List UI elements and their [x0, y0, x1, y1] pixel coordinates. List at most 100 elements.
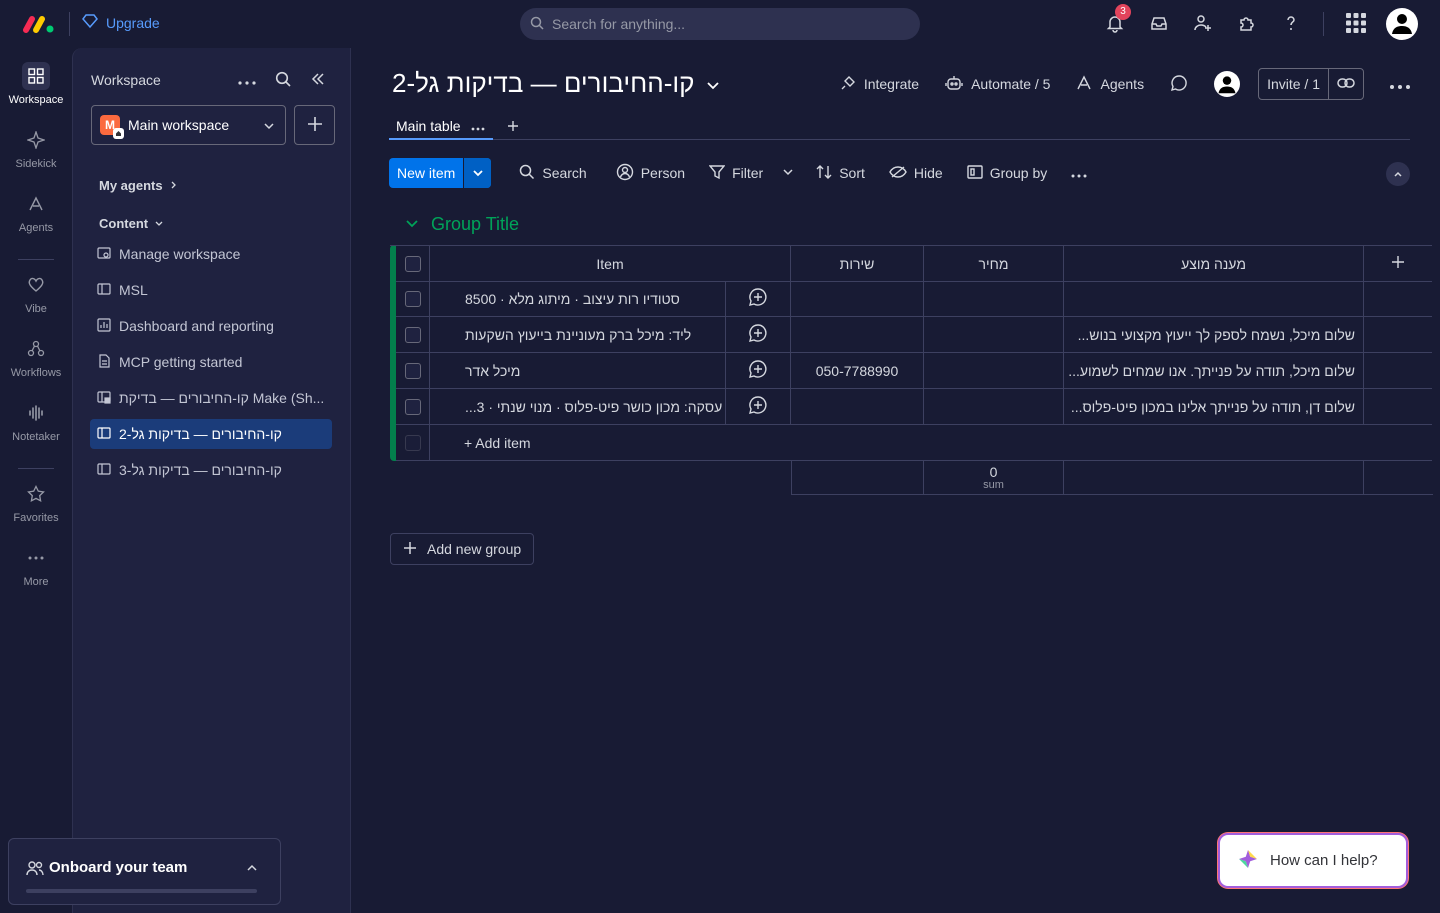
content-section[interactable]: Content — [99, 216, 164, 231]
invite-members-button[interactable] — [1181, 6, 1225, 42]
sidebar-item-msl[interactable]: MSL — [90, 275, 332, 305]
apps-button[interactable] — [1225, 6, 1269, 42]
rail-item-agents[interactable]: Agents — [0, 190, 72, 234]
inbox-button[interactable] — [1137, 6, 1181, 42]
item-cell[interactable]: מיכל אדר — [430, 353, 726, 389]
row-checkbox[interactable] — [404, 398, 421, 415]
user-avatar[interactable] — [1386, 8, 1418, 40]
group-header[interactable]: Group Title — [405, 214, 519, 235]
ai-assistant-button[interactable]: How can I help? — [1218, 833, 1408, 888]
add-view-button[interactable] — [507, 112, 519, 140]
add-update-button[interactable] — [726, 281, 791, 317]
filter-button[interactable]: Filter — [708, 164, 794, 183]
add-update-button[interactable] — [726, 389, 791, 425]
hide-button[interactable]: Hide — [889, 165, 943, 182]
tab-main-table[interactable]: Main table — [389, 112, 492, 140]
invite-button[interactable]: Invite / 1 — [1258, 68, 1364, 100]
row-checkbox[interactable] — [404, 326, 421, 343]
board-options-button[interactable] — [1390, 76, 1410, 92]
table-row[interactable]: מיכל אדר 050-7788990 שלום מיכל, תודה על … — [390, 353, 1432, 389]
reply-cell[interactable]: שלום דן, תודה על פנייתך אלינו במכון פיט-… — [1064, 389, 1364, 425]
chevron-down-icon[interactable] — [463, 158, 492, 188]
board-members-avatar[interactable] — [1214, 71, 1241, 97]
row-checkbox[interactable] — [404, 362, 421, 379]
rail-label: Favorites — [13, 512, 59, 524]
add-new-group-button[interactable]: Add new group — [390, 533, 535, 565]
service-cell[interactable]: 050-7788990 — [791, 353, 924, 389]
service-cell[interactable] — [791, 317, 924, 353]
table-row[interactable]: סטודיו רות עיצוב · מיתוג מלא · 8500 — [390, 281, 1432, 317]
onboard-team-widget[interactable]: Onboard your team — [8, 838, 281, 905]
add-update-button[interactable] — [726, 353, 791, 389]
group-by-button[interactable]: Group by — [966, 164, 1047, 182]
item-cell[interactable]: עסקה: מכון כושר פיט-פלוס · מנוי שנתי · 3… — [430, 389, 726, 425]
integrate-button[interactable]: Integrate — [840, 75, 919, 94]
add-column-button[interactable] — [1364, 246, 1432, 282]
column-header-item[interactable]: Item — [430, 246, 791, 282]
sidebar-item-make-test[interactable]: קו-החיבורים — בדיקת Make (Sh... — [90, 383, 332, 413]
updates-button[interactable] — [1170, 74, 1188, 95]
rail-item-vibe[interactable]: Vibe — [0, 271, 72, 315]
panel-options-button[interactable] — [235, 68, 259, 92]
price-sum-cell[interactable]: 0 sum — [924, 461, 1064, 495]
sidebar-item-dashboard[interactable]: Dashboard and reporting — [90, 311, 332, 341]
upgrade-button[interactable]: Upgrade — [82, 13, 160, 32]
sidebar-item-manage-workspace[interactable]: Manage workspace — [90, 239, 332, 269]
sort-button[interactable]: Sort — [816, 164, 865, 183]
workspace-selector[interactable]: M Main workspace — [91, 105, 286, 145]
panel-search-button[interactable] — [271, 68, 295, 92]
monday-logo[interactable] — [22, 12, 56, 36]
price-cell[interactable] — [924, 353, 1064, 389]
board-title[interactable]: קו-החיבורים — בדיקות גל-2 — [392, 68, 720, 99]
service-cell[interactable] — [791, 389, 924, 425]
search-button[interactable]: Search — [519, 164, 587, 183]
row-checkbox[interactable] — [404, 290, 421, 307]
notifications-button[interactable]: 3 — [1093, 4, 1137, 42]
add-item-input[interactable]: + Add item — [430, 425, 1432, 461]
column-header-reply[interactable]: מענה מוצע — [1064, 246, 1364, 282]
link-icon[interactable] — [1329, 76, 1363, 92]
table-row[interactable]: עסקה: מכון כושר פיט-פלוס · מנוי שנתי · 3… — [390, 389, 1432, 425]
chevron-down-icon[interactable] — [782, 165, 794, 181]
collapse-panel-button[interactable] — [306, 68, 330, 92]
global-search-input[interactable]: Search for anything... — [520, 8, 920, 40]
table-header-row: Item שירות מחיר מענה מוצע — [390, 245, 1432, 282]
collapse-header-button[interactable] — [1386, 162, 1410, 186]
my-agents-section[interactable]: My agents — [99, 178, 179, 193]
sidebar-item-mcp[interactable]: MCP getting started — [90, 347, 332, 377]
rail-item-workspace[interactable]: Workspace — [0, 62, 72, 106]
item-cell[interactable]: ליד: מיכל ברק מעוניינת בייעוץ השקעות — [430, 317, 726, 353]
sidebar-item-wave3[interactable]: קו-החיבורים — בדיקות גל-3 — [90, 455, 332, 485]
help-button[interactable] — [1269, 6, 1313, 42]
chevron-down-icon[interactable] — [405, 214, 419, 235]
reply-cell[interactable]: שלום מיכל, נשמח לספק לך ייעוץ מקצועי בנו… — [1064, 317, 1364, 353]
agents-button[interactable]: Agents — [1076, 74, 1144, 94]
price-cell[interactable] — [924, 281, 1064, 317]
table-row[interactable]: ליד: מיכל ברק מעוניינת בייעוץ השקעות שלו… — [390, 317, 1432, 353]
price-cell[interactable] — [924, 317, 1064, 353]
dots-icon[interactable] — [471, 118, 485, 134]
rail-item-more[interactable]: More — [0, 544, 72, 588]
column-header-price[interactable]: מחיר — [924, 246, 1064, 282]
automate-button[interactable]: Automate / 5 — [945, 75, 1050, 94]
reply-cell[interactable]: שלום מיכל, תודה על פנייתך. אנו שמחים לשמ… — [1064, 353, 1364, 389]
select-all-checkbox[interactable] — [404, 255, 421, 272]
rail-item-favorites[interactable]: Favorites — [0, 480, 72, 524]
person-filter-button[interactable]: Person — [616, 163, 685, 184]
price-cell[interactable] — [924, 389, 1064, 425]
rail-item-sidekick[interactable]: Sidekick — [0, 126, 72, 170]
more-options-button[interactable] — [1071, 165, 1087, 181]
column-header-service[interactable]: שירות — [791, 246, 924, 282]
product-switcher-button[interactable] — [1334, 6, 1378, 42]
sidebar-item-wave2[interactable]: קו-החיבורים — בדיקות גל-2 — [90, 419, 332, 449]
add-group-label: Add new group — [427, 541, 522, 557]
service-cell[interactable] — [791, 281, 924, 317]
add-item-row[interactable]: + Add item — [390, 425, 1432, 461]
rail-item-workflows[interactable]: Workflows — [0, 335, 72, 379]
new-item-button[interactable]: New item — [389, 158, 492, 188]
add-update-button[interactable] — [726, 317, 791, 353]
reply-cell[interactable] — [1064, 281, 1364, 317]
add-button[interactable] — [294, 105, 335, 145]
item-cell[interactable]: סטודיו רות עיצוב · מיתוג מלא · 8500 — [430, 281, 726, 317]
rail-item-notetaker[interactable]: Notetaker — [0, 399, 72, 443]
